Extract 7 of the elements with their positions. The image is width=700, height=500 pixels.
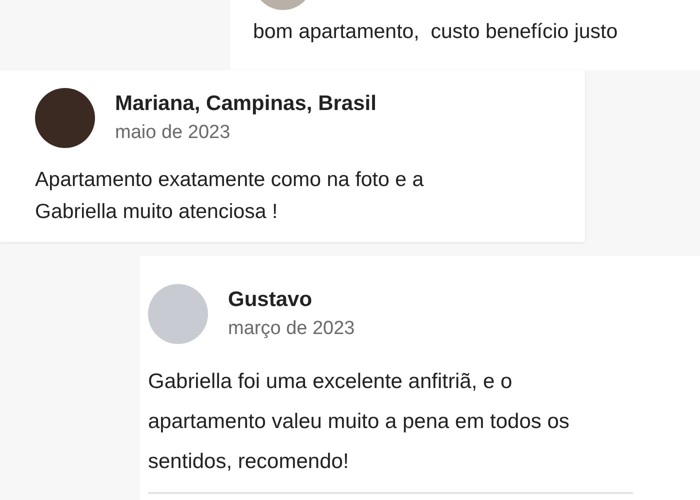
review-date: maio de 2023: [115, 122, 232, 144]
review-date: março de 2023: [228, 318, 355, 340]
reviewer-name: Gustavo: [228, 288, 314, 312]
review-text: Apartamento exatamente como na foto e a Gabriella muito atenciosa !: [35, 167, 425, 225]
review-text: Gabriella foi uma excelente anfitriã, e o apartamento valeu muito a pena em todos os sentidos, recomendo!: [148, 369, 570, 475]
reviewer-name: Mariana, Campinas, Brasil: [115, 92, 376, 116]
review-text: bom apartamento, custo benefício justo: [253, 19, 619, 45]
